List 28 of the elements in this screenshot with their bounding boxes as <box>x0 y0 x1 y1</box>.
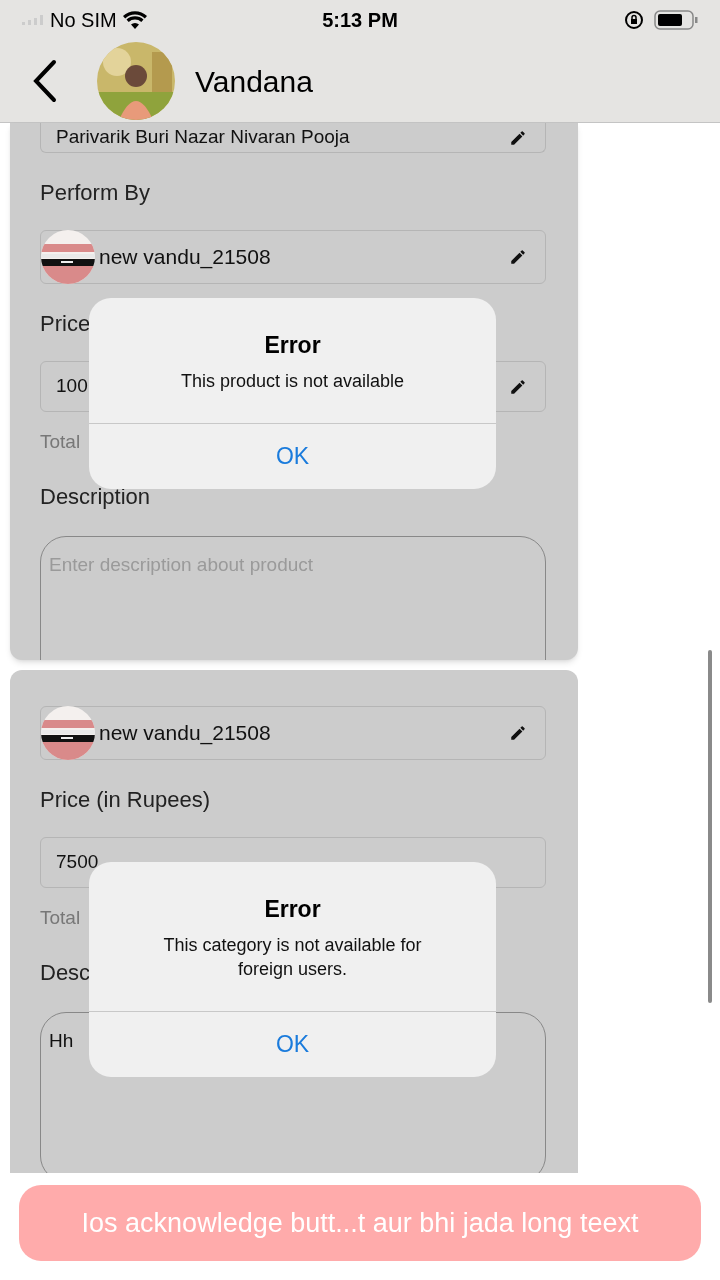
field-label: Perform By <box>40 179 151 207</box>
pencil-icon <box>509 128 527 147</box>
profile-field[interactable]: new vandu_21508 <box>40 706 546 760</box>
text-field[interactable]: Parivarik Buri Nazar Nivaran Pooja <box>40 123 546 153</box>
status-time: 5:13 PM <box>321 8 399 33</box>
profile-field[interactable]: new vandu_21508 <box>40 230 546 284</box>
total-label: Total <box>40 430 81 454</box>
rotation-lock-icon <box>624 10 644 30</box>
ok-button[interactable]: OK <box>89 422 496 489</box>
pencil-icon <box>509 248 527 266</box>
alert-title: Error <box>264 895 321 924</box>
field-label: Price (in Rupees) <box>40 786 210 814</box>
wifi-icon <box>122 11 147 29</box>
signal-icon <box>22 15 44 25</box>
alert-message: This product is not available <box>180 369 405 393</box>
back-chevron-icon <box>32 59 58 103</box>
field-label: Desc <box>40 959 91 987</box>
pencil-icon <box>509 724 527 742</box>
carrier-text: No SIM <box>50 8 117 33</box>
alert-message: This category is not available for foreign users. <box>162 933 423 981</box>
contact-name: Vandana <box>195 63 313 100</box>
field-label: Price <box>40 310 91 338</box>
total-label: Total <box>40 906 81 930</box>
toast-message: Ios acknowledge butt...t aur bhi jada long teext <box>19 1185 701 1261</box>
pencil-icon <box>509 377 527 396</box>
battery-icon <box>654 10 698 30</box>
ok-button[interactable]: OK <box>89 1010 496 1077</box>
alert-title: Error <box>264 331 321 360</box>
